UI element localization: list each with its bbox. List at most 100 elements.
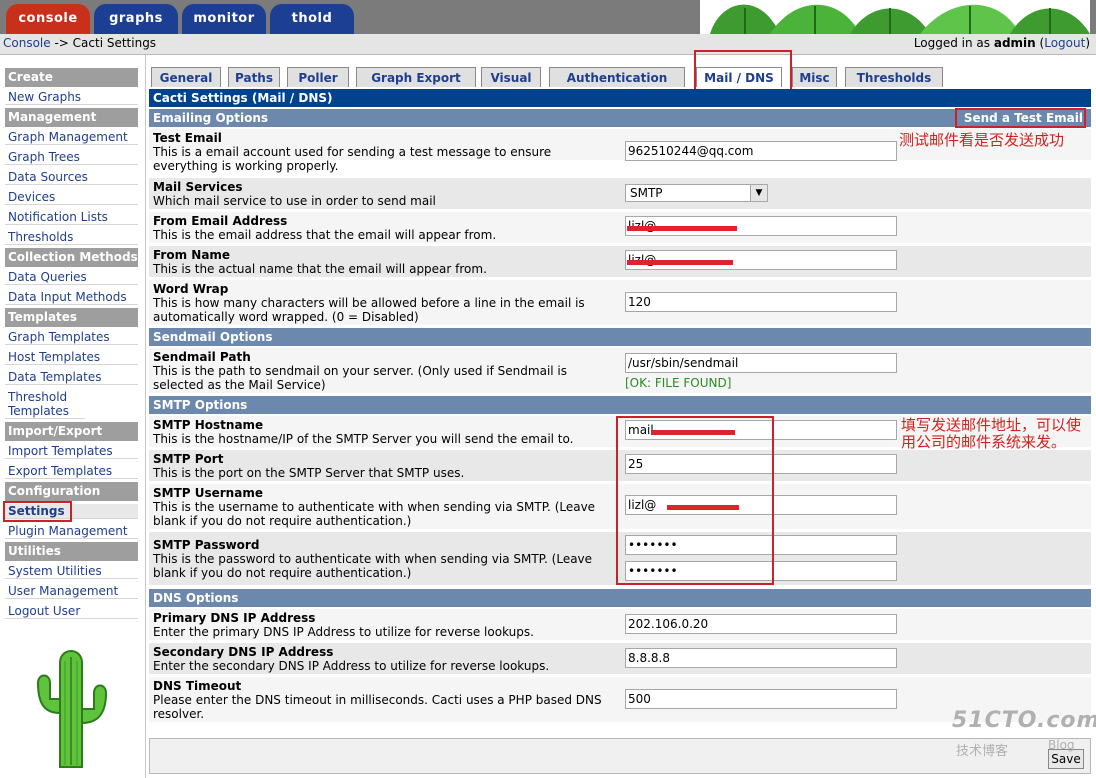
section-dns-options: DNS Options	[149, 589, 1091, 607]
tab-poller[interactable]: Poller	[287, 67, 349, 87]
test-email-input[interactable]: 962510244@qq.com	[625, 141, 897, 161]
setting-title: Word Wrap	[153, 282, 229, 296]
section-smtp-options: SMTP Options	[149, 396, 1091, 414]
sidebar-item-graph-templates[interactable]: Graph Templates	[5, 330, 138, 345]
setting-description: This is the email address that the email…	[153, 228, 497, 242]
sidebar-item-plugin-management[interactable]: Plugin Management	[5, 524, 138, 539]
login-prefix: Logged in as	[913, 36, 994, 50]
chevron-down-icon[interactable]: ▼	[750, 185, 767, 201]
tab-graph-export[interactable]: Graph Export	[356, 67, 476, 87]
send-test-email-highlight-box	[955, 108, 1086, 128]
setting-description: This is the port on the SMTP Server that…	[153, 466, 465, 480]
setting-title: Test Email	[153, 131, 222, 145]
word-wrap-input[interactable]: 120	[625, 292, 897, 312]
setting-description: Please enter the DNS timeout in millisec…	[153, 693, 602, 721]
main-content: General Paths Poller Graph Export Visual…	[149, 50, 1092, 778]
sidebar-item-data-input-methods[interactable]: Data Input Methods	[5, 290, 138, 305]
top-tab-thold[interactable]: thold	[270, 4, 354, 34]
sidebar-item-export-templates[interactable]: Export Templates	[5, 464, 138, 479]
section-emailing-title: Emailing Options	[153, 111, 269, 125]
sidebar-item-host-templates[interactable]: Host Templates	[5, 350, 138, 365]
sendmail-status: [OK: FILE FOUND]	[625, 376, 732, 390]
section-sendmail-options: Sendmail Options	[149, 328, 1091, 346]
top-tab-graphs[interactable]: graphs	[94, 4, 178, 34]
cactus-logo-icon	[36, 650, 108, 768]
setting-title: SMTP Username	[153, 486, 263, 500]
sidebar: Create New Graphs Management Graph Manag…	[0, 55, 146, 778]
breadcrumb-bar: Console -> Cacti Settings Logged in as a…	[0, 34, 1096, 55]
tab-misc[interactable]: Misc	[792, 67, 837, 87]
tab-visual[interactable]: Visual	[481, 67, 541, 87]
dns-timeout-input[interactable]: 500	[625, 689, 897, 709]
settings-highlight-box	[3, 501, 72, 522]
setting-description: This is how many characters will be allo…	[153, 296, 585, 324]
top-tab-monitor[interactable]: monitor	[182, 4, 266, 34]
top-navigation-bar: console graphs monitor thold	[0, 0, 1096, 35]
dns-secondary-input[interactable]: 8.8.8.8	[625, 648, 897, 668]
watermark: 51CTO.com 技术博客 Blog	[952, 708, 1096, 774]
sidebar-item-graph-trees[interactable]: Graph Trees	[5, 150, 138, 165]
setting-dns-timeout: DNS Timeout Please enter the DNS timeout…	[149, 677, 1091, 723]
top-tab-console[interactable]: console	[6, 4, 90, 34]
login-user: admin	[993, 36, 1036, 50]
sidebar-header-utilities: Utilities	[5, 542, 138, 561]
redaction-mark	[627, 226, 737, 231]
smtp-annotation: 填写发送邮件地址，可以使用公司的邮件系统来发。	[901, 416, 1082, 451]
setting-description: This is the username to authenticate wit…	[153, 500, 596, 528]
sidebar-item-user-management[interactable]: User Management	[5, 584, 138, 599]
tab-thresholds[interactable]: Thresholds	[845, 67, 943, 87]
sendmail-path-input[interactable]: /usr/sbin/sendmail	[625, 353, 897, 373]
sidebar-item-threshold-templates[interactable]: Threshold Templates	[5, 390, 85, 419]
sidebar-item-data-sources[interactable]: Data Sources	[5, 170, 138, 185]
setting-description: This is the hostname/IP of the SMTP Serv…	[153, 432, 574, 446]
sidebar-item-notification-lists[interactable]: Notification Lists	[5, 210, 138, 225]
setting-dns-primary: Primary DNS IP Address Enter the primary…	[149, 609, 1091, 641]
setting-description: This is a email account used for sending…	[153, 145, 552, 173]
setting-mail-services: Mail Services Which mail service to use …	[149, 178, 1091, 210]
setting-from-name: From Name This is the actual name that t…	[149, 246, 1091, 278]
setting-title: From Email Address	[153, 214, 288, 228]
breadcrumb: Console -> Cacti Settings	[3, 36, 156, 50]
sidebar-item-devices[interactable]: Devices	[5, 190, 138, 205]
cactus-banner-image	[700, 0, 1090, 34]
sidebar-item-data-queries[interactable]: Data Queries	[5, 270, 138, 285]
sidebar-header-configuration: Configuration	[5, 482, 138, 501]
watermark-line1: 51CTO.com	[952, 708, 1096, 733]
page-title: Cacti Settings (Mail / DNS)	[149, 89, 1091, 107]
breadcrumb-current: Cacti Settings	[72, 36, 157, 50]
test-email-annotation: 测试邮件看是否发送成功	[899, 131, 1065, 149]
sidebar-header-create: Create	[5, 68, 138, 87]
mail-services-selected: SMTP	[630, 186, 663, 200]
mail-services-select[interactable]: SMTP ▼	[625, 184, 768, 202]
sidebar-item-thresholds[interactable]: Thresholds	[5, 230, 138, 245]
section-emailing-options: Emailing Options Send a Test Email	[149, 109, 1091, 127]
logout-link[interactable]: Logout	[1044, 36, 1085, 50]
sidebar-item-new-graphs[interactable]: New Graphs	[5, 90, 138, 105]
sidebar-item-data-templates[interactable]: Data Templates	[5, 370, 138, 385]
tab-authentication[interactable]: Authentication	[549, 67, 685, 87]
setting-description: Which mail service to use in order to se…	[153, 194, 436, 208]
sidebar-header-import-export: Import/Export	[5, 422, 138, 441]
setting-title: Primary DNS IP Address	[153, 611, 316, 625]
redaction-mark	[627, 260, 733, 265]
tab-paths[interactable]: Paths	[228, 67, 280, 87]
login-status: Logged in as admin (Logout)	[913, 36, 1090, 50]
sidebar-header-collection-methods: Collection Methods	[5, 248, 138, 267]
sidebar-header-templates: Templates	[5, 308, 138, 327]
setting-sendmail-path: Sendmail Path This is the path to sendma…	[149, 348, 1091, 394]
setting-dns-secondary: Secondary DNS IP Address Enter the secon…	[149, 643, 1091, 675]
sidebar-item-import-templates[interactable]: Import Templates	[5, 444, 138, 459]
sidebar-item-logout-user[interactable]: Logout User	[5, 604, 138, 619]
watermark-line3: Blog	[1048, 738, 1075, 752]
setting-title: Sendmail Path	[153, 350, 251, 364]
setting-from-email: From Email Address This is the email add…	[149, 212, 1091, 244]
dns-primary-input[interactable]: 202.106.0.20	[625, 614, 897, 634]
sidebar-header-management: Management	[5, 108, 138, 127]
breadcrumb-console-link[interactable]: Console	[3, 36, 51, 50]
smtp-fields-highlight-box	[616, 416, 774, 585]
sidebar-item-graph-management[interactable]: Graph Management	[5, 130, 138, 145]
setting-title: DNS Timeout	[153, 679, 242, 693]
setting-title: Mail Services	[153, 180, 243, 194]
sidebar-item-system-utilities[interactable]: System Utilities	[5, 564, 138, 579]
tab-general[interactable]: General	[151, 67, 221, 87]
